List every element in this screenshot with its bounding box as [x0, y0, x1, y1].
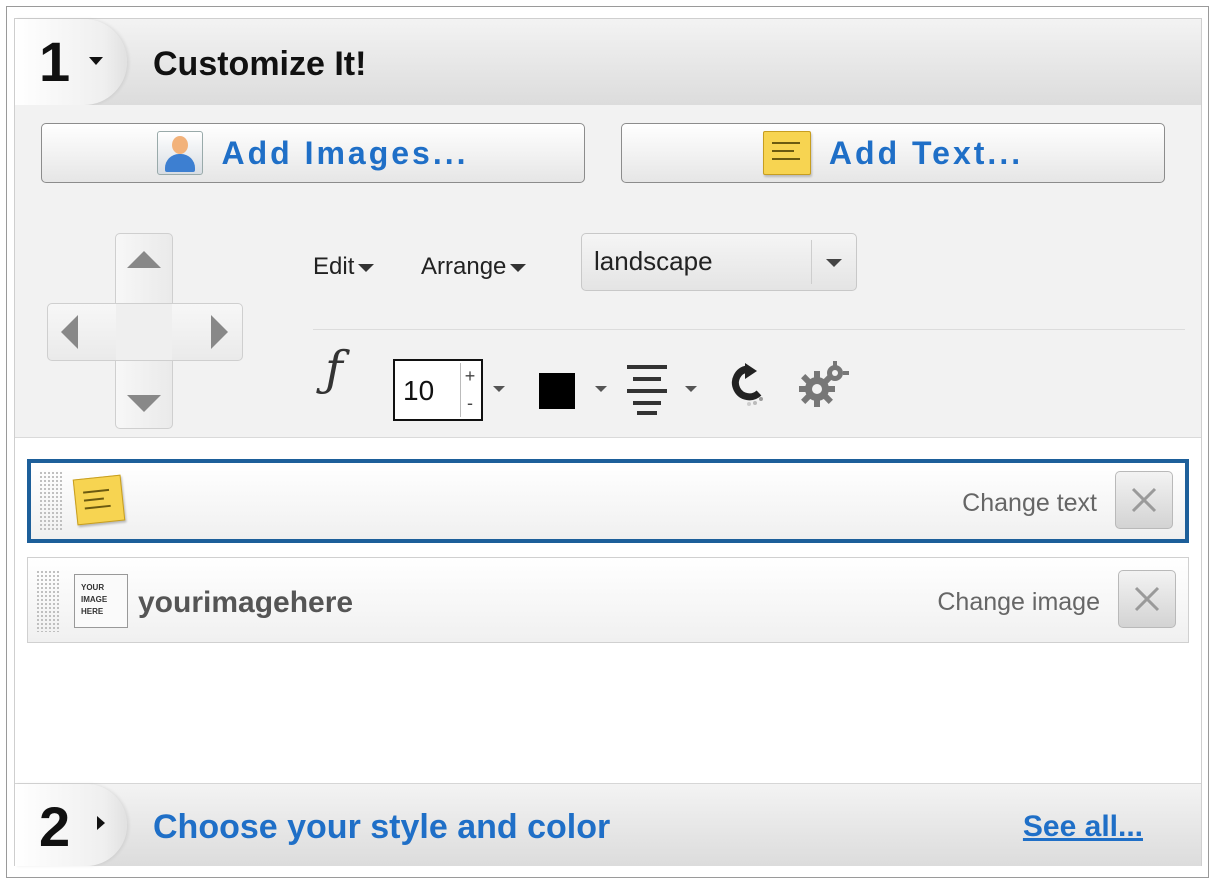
edit-menu-label: Edit [313, 253, 355, 280]
step-2-header[interactable]: 2 Choose your style and color See all... [15, 783, 1201, 866]
text-color-swatch[interactable] [539, 373, 575, 409]
toolbar-divider [313, 329, 1185, 330]
font-size-spinner[interactable]: + - [460, 363, 479, 417]
step-1-title: Customize It! [153, 45, 367, 83]
sticky-note-icon [762, 131, 811, 175]
add-images-label: Add Images... [221, 134, 469, 171]
color-dropdown-icon[interactable] [595, 386, 607, 392]
arrange-menu-label: Arrange [421, 253, 507, 280]
font-family-icon[interactable]: ƒ [325, 341, 343, 397]
decrease-size-button[interactable]: - [461, 390, 479, 417]
step-1-tab[interactable]: 1 [15, 19, 127, 105]
align-center-icon[interactable] [627, 363, 667, 415]
gear-icon[interactable] [797, 359, 849, 411]
customizer-panel: 1 Customize It! Add Images... Add Text..… [14, 18, 1202, 866]
caret-down-icon [358, 263, 375, 272]
add-text-button[interactable]: Add Text... [621, 123, 1165, 183]
move-left-arrow-icon[interactable] [61, 315, 78, 349]
drag-handle-icon[interactable] [36, 570, 60, 632]
thumb-text: HERE [81, 607, 104, 616]
rotate-icon[interactable] [727, 363, 767, 407]
drag-handle-icon[interactable] [39, 471, 63, 531]
step-2-title[interactable]: Choose your style and color [153, 808, 610, 847]
align-dropdown-icon[interactable] [685, 386, 697, 392]
chevron-right-icon [97, 816, 105, 830]
thumb-text: IMAGE [81, 595, 108, 604]
close-icon [1131, 487, 1157, 513]
font-size-stepper[interactable]: 10 + - [393, 359, 483, 421]
change-text-link[interactable]: Change text [962, 489, 1097, 518]
move-down-arrow-icon[interactable] [127, 395, 161, 412]
arrange-menu[interactable]: Arrange [421, 253, 527, 281]
orientation-select[interactable]: landscape [581, 233, 857, 291]
step-2-number: 2 [39, 795, 71, 858]
sticky-note-icon [72, 474, 126, 526]
orientation-value: landscape [594, 246, 713, 276]
delete-text-layer-button[interactable] [1115, 471, 1173, 529]
thumb-text: YOUR [81, 583, 105, 592]
delete-image-layer-button[interactable] [1118, 570, 1176, 628]
see-all-link[interactable]: See all... [1023, 810, 1143, 844]
image-placeholder-thumbnail: YOUR IMAGE HERE [74, 574, 128, 628]
close-icon [1134, 586, 1160, 612]
position-dpad [47, 233, 243, 429]
move-up-arrow-icon[interactable] [127, 251, 161, 268]
dropdown-caret-icon [826, 259, 842, 267]
chevron-down-icon [89, 57, 103, 65]
move-right-arrow-icon[interactable] [211, 315, 228, 349]
add-text-label: Add Text... [828, 134, 1024, 171]
design-tools: Add Images... Add Text... Edit Arrange l… [15, 105, 1201, 438]
step-2-tab[interactable]: 2 [15, 784, 127, 866]
add-images-button[interactable]: Add Images... [41, 123, 585, 183]
font-size-value: 10 [403, 375, 435, 406]
font-size-dropdown-icon[interactable] [493, 386, 505, 392]
step-1-number: 1 [39, 30, 71, 93]
person-image-icon [157, 131, 204, 175]
step-1-header[interactable]: 1 Customize It! [15, 19, 1201, 106]
edit-menu[interactable]: Edit [313, 253, 375, 281]
increase-size-button[interactable]: + [461, 363, 479, 390]
text-layer-row[interactable]: Change text [27, 459, 1189, 543]
image-layer-name: yourimagehere [138, 586, 354, 619]
change-image-link[interactable]: Change image [937, 588, 1100, 617]
caret-down-icon [510, 263, 527, 272]
image-layer-row[interactable]: YOUR IMAGE HERE yourimagehere Change ima… [27, 557, 1189, 643]
